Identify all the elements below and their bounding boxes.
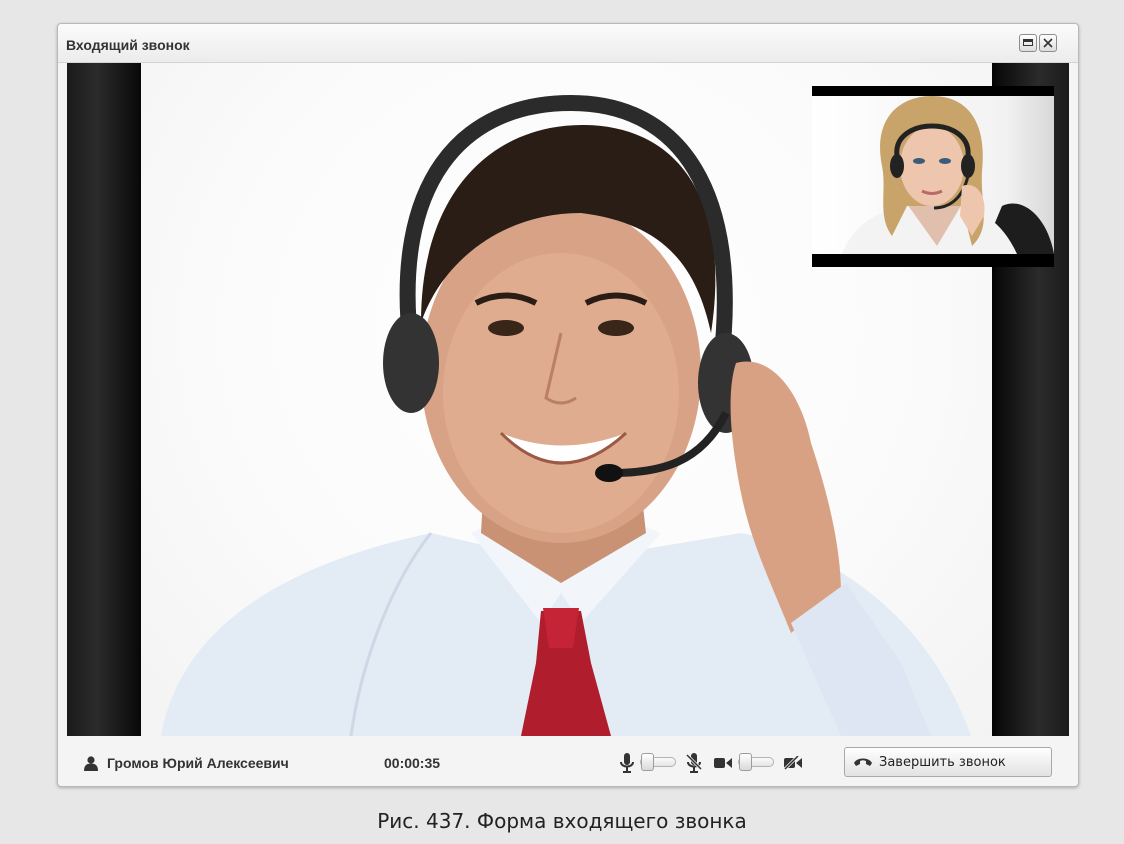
microphone-toggle[interactable] [640,753,678,771]
window-titlebar[interactable]: Входящий звонок [58,24,1078,63]
call-controls-bar: Громов Юрий Алексеевич 00:00:35 Завершит… [58,738,1078,788]
caller-name: Громов Юрий Алексеевич [107,755,289,771]
camera-off-icon[interactable] [784,756,802,770]
user-icon [84,756,98,771]
video-area [67,63,1069,736]
end-call-label: Завершить звонок [879,755,1006,770]
phone-hangup-icon [854,758,872,766]
microphone-toggle-knob[interactable] [641,753,654,771]
camera-toggle-knob[interactable] [739,753,752,771]
incoming-call-window: Входящий звонок Громов Юрий Алексеевич 0… [57,23,1079,787]
camera-icon[interactable] [714,756,732,770]
close-button[interactable] [1039,34,1057,52]
microphone-off-icon[interactable] [686,753,702,773]
microphone-icon[interactable] [620,753,634,773]
camera-toggle[interactable] [738,753,776,771]
end-call-button[interactable]: Завершить звонок [844,747,1052,777]
figure-caption: Рис. 437. Форма входящего звонка [377,809,747,833]
call-duration: 00:00:35 [384,755,441,771]
maximize-button[interactable] [1019,34,1037,52]
window-title: Входящий звонок [66,37,190,53]
local-video-frame [812,86,1054,267]
maximize-icon [1023,39,1033,46]
local-person-image [842,96,1054,254]
close-icon [1043,38,1053,48]
local-video [812,96,1054,254]
